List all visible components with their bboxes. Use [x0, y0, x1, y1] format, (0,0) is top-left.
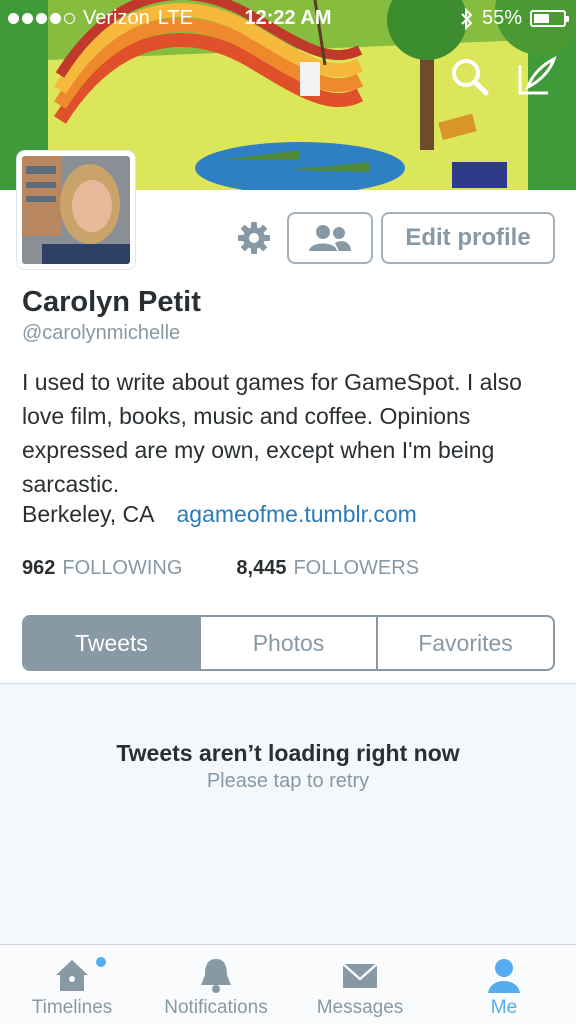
tab-bar-timelines-label: Timelines: [31, 997, 113, 1018]
profile-bio: I used to write about games for GameSpot…: [22, 369, 522, 497]
profile-name: Carolyn Petit: [22, 286, 201, 318]
retry-hint[interactable]: Please tap to retry: [0, 770, 576, 793]
tab-bar-notifications[interactable]: Notifications: [144, 945, 288, 1024]
home-icon: [56, 960, 88, 991]
profile-meta: Berkeley, CA agameofme.tumblr.com: [22, 501, 417, 528]
avatar[interactable]: [17, 151, 135, 269]
people-icon: [309, 225, 351, 251]
profile-handle: @carolynmichelle: [22, 322, 181, 344]
compose-button[interactable]: [514, 55, 558, 99]
profile-tabs: Tweets Photos Favorites: [22, 615, 555, 671]
envelope-icon: [342, 963, 378, 988]
followers-label: FOLLOWERS: [293, 557, 420, 579]
profile-website-link[interactable]: agameofme.tumblr.com: [177, 501, 417, 528]
tab-bar-messages[interactable]: Messages: [288, 945, 432, 1024]
battery-icon: [530, 10, 569, 27]
feed-error-title[interactable]: Tweets aren’t loading right now: [0, 740, 576, 767]
followers-stat[interactable]: 8,445 FOLLOWERS: [236, 557, 419, 580]
following-stat[interactable]: 962 FOLLOWING: [22, 557, 182, 580]
tab-tweets[interactable]: Tweets: [24, 617, 199, 669]
tweets-feed-area[interactable]: [0, 683, 576, 945]
edit-profile-button[interactable]: Edit profile: [381, 212, 555, 264]
battery-percent: 55%: [481, 7, 522, 29]
tab-bar-notifications-label: Notifications: [164, 997, 268, 1018]
search-button[interactable]: [448, 55, 492, 99]
profile-stats: 962 FOLLOWING 8,445 FOLLOWERS: [22, 557, 419, 580]
new-timeline-badge: [96, 957, 106, 967]
compose-icon: [518, 56, 557, 95]
bottom-tab-bar: Timelines Notifications Messages Me: [0, 944, 576, 1024]
avatar-photo: [22, 156, 130, 264]
tab-bar-me-label: Me: [490, 997, 518, 1018]
gear-icon: [238, 222, 270, 254]
bell-icon: [201, 959, 231, 993]
settings-button[interactable]: [236, 220, 272, 256]
following-label: FOLLOWING: [62, 557, 183, 579]
follow-people-button[interactable]: [287, 212, 373, 264]
search-icon: [452, 59, 489, 96]
following-count: 962: [22, 557, 56, 579]
tab-photos[interactable]: Photos: [199, 617, 376, 669]
status-bar: Verizon LTE 12:22 AM 55%: [0, 0, 576, 38]
bluetooth-icon: [461, 7, 473, 30]
profile-location: Berkeley, CA: [22, 501, 155, 527]
person-icon: [488, 959, 520, 993]
tab-bar-messages-label: Messages: [316, 997, 404, 1018]
followers-count: 8,445: [236, 557, 287, 579]
tab-favorites[interactable]: Favorites: [376, 617, 553, 669]
tab-bar-timelines[interactable]: Timelines: [0, 945, 144, 1024]
tab-bar-me[interactable]: Me: [432, 945, 576, 1024]
